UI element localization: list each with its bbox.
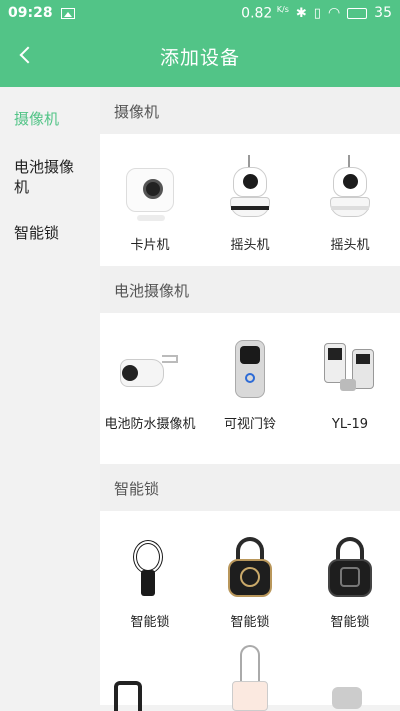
vibrate-icon: ▯	[313, 5, 321, 21]
smart-lock-icon	[312, 331, 388, 407]
device-label: 智能锁	[230, 615, 270, 630]
device-list[interactable]: 摄像机 卡片机 摇头机 摇头机 电池摄像机 电池防水摄像机 可视门铃 YL-19…	[100, 87, 400, 711]
device-grid-camera: 卡片机 摇头机 摇头机	[100, 134, 400, 266]
page-title: 添加设备	[159, 47, 240, 69]
device-label: 摇头机	[330, 238, 370, 253]
device-label: 卡片机	[130, 238, 170, 253]
sidebar-item-camera[interactable]: 摄像机	[0, 99, 73, 139]
status-icons: 0.82 K/s ✱ ▯ ◠ 35	[241, 5, 392, 22]
ptz-camera-icon	[212, 152, 288, 228]
device-grid-smart-lock: 智能锁 智能锁 智能锁	[100, 511, 400, 645]
bluetooth-icon: ✱	[295, 5, 307, 21]
device-card[interactable]: YL-19	[300, 313, 400, 464]
device-label: 可视门铃	[223, 417, 276, 432]
battery-icon	[347, 7, 368, 19]
network-speed-unit: K/s	[276, 4, 289, 14]
sidebar-item-battery-camera[interactable]: 电池摄像机	[0, 147, 100, 207]
device-card[interactable]: 智能锁	[100, 511, 200, 645]
cube-camera-icon	[112, 152, 188, 228]
clock: 09:28	[8, 5, 53, 21]
network-speed: 0.82 K/s	[241, 5, 289, 22]
luggage-lock-icon	[240, 645, 260, 683]
device-grid-battery-camera: 电池防水摄像机 可视门铃 YL-19	[100, 313, 400, 464]
back-button[interactable]	[10, 40, 40, 70]
sidebar-item-smart-lock[interactable]: 智能锁	[0, 213, 73, 253]
device-grid-partial-row	[100, 645, 400, 711]
network-speed-value: 0.82	[241, 5, 273, 22]
device-card[interactable]: 智能锁	[200, 511, 300, 645]
app-header: 添加设备	[0, 26, 400, 87]
bullet-camera-icon	[112, 331, 188, 407]
ptz-camera-icon	[312, 152, 388, 228]
device-label: 电池防水摄像机	[104, 417, 196, 432]
device-card[interactable]: 卡片机	[100, 134, 200, 266]
cable-lock-icon	[112, 529, 188, 605]
chevron-left-icon	[19, 46, 37, 64]
status-bar: 09:28 0.82 K/s ✱ ▯ ◠ 35	[0, 0, 400, 26]
battery-level: 35	[374, 5, 392, 21]
device-card[interactable]: 摇头机	[300, 134, 400, 266]
image-notification-icon	[60, 7, 75, 19]
device-label: 智能锁	[330, 615, 370, 630]
section-header-battery-camera: 电池摄像机	[100, 266, 400, 313]
device-label: YL-19	[331, 417, 369, 432]
luggage-lock-body	[232, 681, 268, 711]
u-lock-icon	[114, 681, 142, 711]
device-card[interactable]: 摇头机	[200, 134, 300, 266]
device-label: 摇头机	[230, 238, 270, 253]
device-card[interactable]: 智能锁	[300, 511, 400, 645]
wifi-icon: ◠	[327, 5, 341, 21]
padlock-icon	[212, 529, 288, 605]
doorbell-icon	[212, 331, 288, 407]
category-sidebar: 摄像机 电池摄像机 智能锁	[0, 87, 100, 711]
device-card[interactable]: 电池防水摄像机	[100, 313, 200, 464]
device-card[interactable]: 可视门铃	[200, 313, 300, 464]
cylinder-lock-icon	[332, 687, 362, 709]
section-header-smart-lock: 智能锁	[100, 464, 400, 511]
device-label: 智能锁	[130, 615, 170, 630]
padlock-icon	[312, 529, 388, 605]
section-header-camera: 摄像机	[100, 87, 400, 134]
